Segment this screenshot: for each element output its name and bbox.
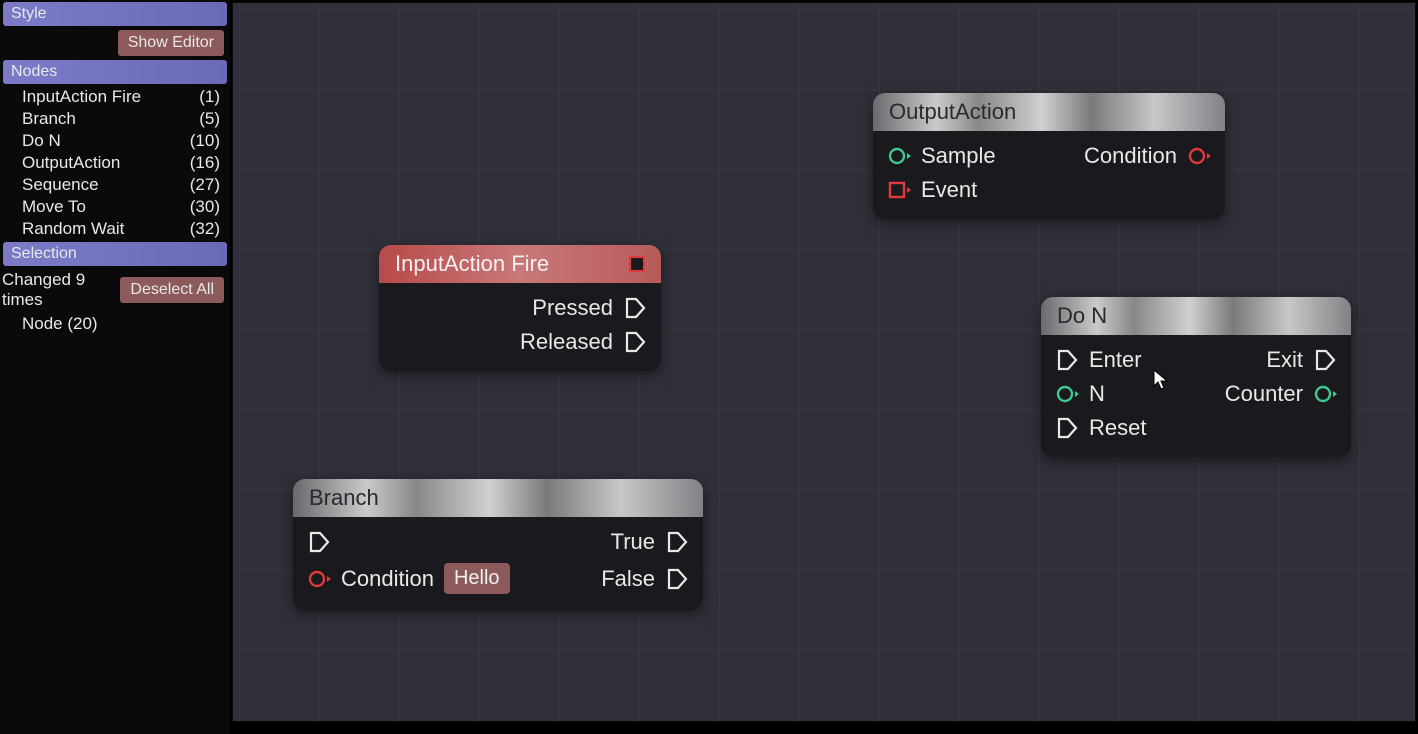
exec-pin-icon: [1055, 416, 1079, 440]
data-pin-icon: [1313, 382, 1337, 406]
port-in-condition[interactable]: Condition Hello: [307, 563, 510, 594]
node-name: InputAction Fire: [22, 87, 141, 107]
node-branch[interactable]: Branch True Condition Hello False: [293, 479, 703, 610]
exec-pin-icon: [1313, 348, 1337, 372]
port-out-pressed[interactable]: Pressed: [532, 295, 647, 321]
node-count: (16): [190, 153, 220, 173]
port-out-false[interactable]: False: [601, 566, 689, 592]
node-list-item[interactable]: Random Wait (32): [0, 218, 230, 240]
port-in-event[interactable]: Event: [887, 177, 977, 203]
section-header-nodes: Nodes: [3, 60, 227, 84]
node-name: Random Wait: [22, 219, 124, 239]
port-in-n[interactable]: N: [1055, 381, 1105, 407]
node-list-item[interactable]: Move To (30): [0, 196, 230, 218]
node-name: Branch: [22, 109, 76, 129]
port-in-enter[interactable]: Enter: [1055, 347, 1142, 373]
port-out-true[interactable]: True: [611, 529, 689, 555]
selection-changed-label: Changed 9 times: [2, 270, 114, 310]
node-name: Move To: [22, 197, 86, 217]
data-pin-icon: [307, 567, 331, 591]
node-output-action[interactable]: OutputAction Sample Condition Event: [873, 93, 1225, 219]
data-pin-icon: [887, 144, 911, 168]
node-name: OutputAction: [22, 153, 120, 173]
node-list-item[interactable]: OutputAction (16): [0, 152, 230, 174]
node-header[interactable]: Do N: [1041, 297, 1351, 335]
node-header[interactable]: Branch: [293, 479, 703, 517]
port-in-reset[interactable]: Reset: [1055, 415, 1146, 441]
show-editor-button[interactable]: Show Editor: [118, 30, 224, 56]
data-pin-icon: [1187, 144, 1211, 168]
node-title: OutputAction: [889, 99, 1016, 125]
selection-item[interactable]: Node (20): [0, 312, 230, 336]
node-do-n[interactable]: Do N Enter Exit N Counter: [1041, 297, 1351, 457]
node-name: Do N: [22, 131, 61, 151]
node-title: Do N: [1057, 303, 1107, 329]
node-list-item[interactable]: Branch (5): [0, 108, 230, 130]
node-header[interactable]: OutputAction: [873, 93, 1225, 131]
deselect-all-button[interactable]: Deselect All: [120, 277, 224, 303]
node-title: InputAction Fire: [395, 251, 549, 277]
sidebar: Style Show Editor Nodes InputAction Fire…: [0, 0, 230, 734]
node-count: (30): [190, 197, 220, 217]
node-name: Sequence: [22, 175, 99, 195]
exec-pin-icon: [307, 530, 331, 554]
node-header[interactable]: InputAction Fire: [379, 245, 661, 283]
node-input-action-fire[interactable]: InputAction Fire Pressed Released: [379, 245, 661, 371]
node-list-item[interactable]: Sequence (27): [0, 174, 230, 196]
port-out-counter[interactable]: Counter: [1225, 381, 1337, 407]
node-list-item[interactable]: InputAction Fire (1): [0, 86, 230, 108]
node-count: (5): [199, 109, 220, 129]
port-in-exec[interactable]: [307, 530, 331, 554]
port-out-released[interactable]: Released: [520, 329, 647, 355]
exec-pin-icon: [665, 530, 689, 554]
node-count: (27): [190, 175, 220, 195]
data-pin-icon: [1055, 382, 1079, 406]
node-list: InputAction Fire (1) Branch (5) Do N (10…: [0, 86, 230, 240]
port-in-sample[interactable]: Sample: [887, 143, 996, 169]
section-header-selection: Selection: [3, 242, 227, 266]
node-count: (10): [190, 131, 220, 151]
exec-pin-icon: [1055, 348, 1079, 372]
section-header-style: Style: [3, 2, 227, 26]
exec-pin-icon: [623, 330, 647, 354]
event-icon: [629, 256, 645, 272]
event-pin-icon: [887, 178, 911, 202]
node-count: (32): [190, 219, 220, 239]
node-list-item[interactable]: Do N (10): [0, 130, 230, 152]
port-out-condition[interactable]: Condition: [1084, 143, 1211, 169]
node-count: (1): [199, 87, 220, 107]
exec-pin-icon: [623, 296, 647, 320]
node-title: Branch: [309, 485, 379, 511]
condition-value-field[interactable]: Hello: [444, 563, 510, 594]
node-canvas[interactable]: InputAction Fire Pressed Released: [232, 2, 1416, 722]
port-out-exit[interactable]: Exit: [1266, 347, 1337, 373]
exec-pin-icon: [665, 567, 689, 591]
